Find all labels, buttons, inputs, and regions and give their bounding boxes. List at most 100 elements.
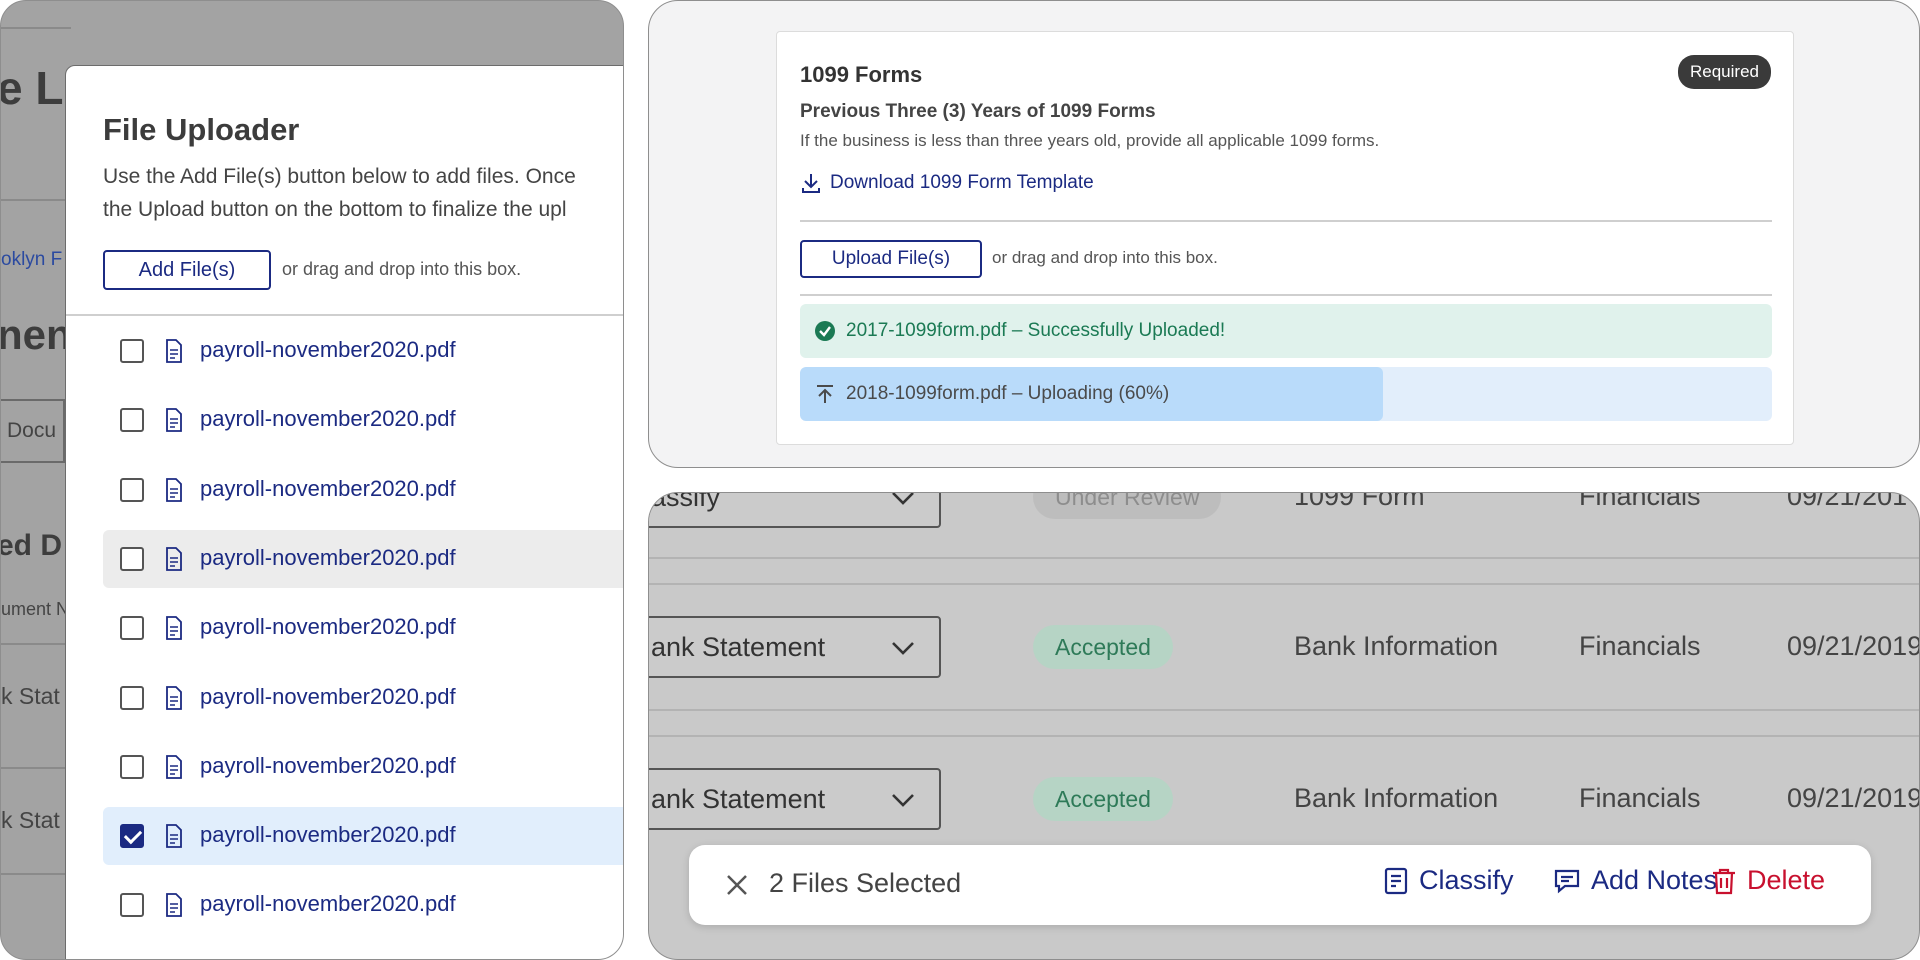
file-row[interactable]: payroll-november2020.pdf (103, 807, 623, 866)
modal-description: Use the Add File(s) button below to add … (103, 165, 576, 221)
file-checkbox[interactable] (120, 616, 144, 641)
file-checkbox[interactable] (120, 893, 144, 918)
background-heading: nen (0, 311, 72, 358)
upload-files-button[interactable]: Upload File(s) (800, 240, 982, 278)
file-icon (166, 339, 182, 363)
file-row[interactable]: payroll-november2020.pdf (103, 322, 623, 380)
drag-drop-hint: or drag and drop into this box. (282, 259, 522, 279)
date-cell: 09/21/201 (1787, 492, 1908, 511)
file-row[interactable]: payroll-november2020.pdf (103, 529, 623, 588)
file-name[interactable]: payroll-november2020.pdf (200, 545, 456, 571)
classify-button[interactable]: Classify (1383, 865, 1514, 896)
modal-divider (66, 314, 623, 316)
file-icon (166, 616, 182, 641)
file-checkbox[interactable] (120, 408, 144, 433)
modal-title: File Uploader (103, 112, 300, 147)
download-icon (802, 174, 820, 193)
category-cell: Financials (1579, 783, 1701, 813)
download-link-label: Download 1099 Form Template (830, 172, 1094, 193)
file-checkbox[interactable] (120, 754, 144, 779)
file-checkbox[interactable] (120, 546, 144, 571)
selection-toolbar: 2 Files Selected Classify Add Notes Dele… (689, 845, 1871, 925)
table-row-divider (649, 557, 1919, 559)
file-checkbox[interactable] (120, 339, 144, 363)
category-cell: Financials (1579, 631, 1701, 661)
file-row[interactable]: payroll-november2020.pdf (103, 391, 623, 449)
background-link[interactable]: oklyn F (1, 249, 62, 271)
status-badge: Under Review (1033, 493, 1222, 519)
file-checkbox[interactable] (120, 824, 144, 849)
form-title: 1099 Forms (800, 62, 923, 87)
file-icon (166, 824, 182, 848)
classify-select-value: ank Statement (651, 784, 826, 814)
table-row-divider (649, 735, 1919, 737)
file-row[interactable]: payroll-november2020.pdf (103, 876, 623, 934)
classify-select[interactable]: ank Statement (649, 616, 941, 678)
close-icon[interactable] (725, 873, 749, 897)
document-icon (1384, 867, 1408, 894)
success-text: 2017-1099form.pdf – Successfully Uploade… (846, 320, 1226, 341)
background-divider (1, 873, 71, 875)
add-notes-button[interactable]: Add Notes (1553, 865, 1717, 896)
file-uploader-modal: File Uploader Use the Add File(s) button… (65, 65, 623, 959)
download-template-link[interactable]: Download 1099 Form Template (800, 172, 1094, 194)
background-divider (1, 27, 71, 29)
form-card: 1099 Forms Required Previous Three (3) Y… (776, 31, 1794, 445)
background-divider (1, 199, 71, 201)
upload-icon (817, 385, 833, 403)
status-badge: Accepted (1033, 777, 1173, 821)
table-row-divider (649, 709, 1919, 711)
background-section-title: ed D (0, 529, 63, 562)
background-title: e L (0, 62, 64, 114)
background-tab[interactable]: Docu (1, 399, 65, 463)
file-checkbox[interactable] (120, 685, 144, 710)
classify-select[interactable]: ank Statement (649, 768, 941, 830)
file-name[interactable]: payroll-november2020.pdf (200, 891, 456, 917)
file-row[interactable]: payroll-november2020.pdf (103, 669, 623, 727)
file-name[interactable]: payroll-november2020.pdf (200, 822, 456, 848)
file-icon (166, 685, 182, 710)
background-row: k Stat (1, 683, 60, 709)
classify-select-value: assify (651, 492, 721, 512)
selected-count: 2 Files Selected (769, 868, 962, 898)
delete-button[interactable]: Delete (1711, 865, 1825, 896)
chevron-down-icon (892, 794, 914, 807)
file-name[interactable]: payroll-november2020.pdf (200, 406, 456, 432)
file-name[interactable]: payroll-november2020.pdf (200, 476, 456, 502)
check-circle-icon (815, 321, 835, 341)
file-row[interactable]: payroll-november2020.pdf (103, 738, 623, 796)
card-divider (800, 294, 1772, 296)
documents-table-panel: assify Under Review 1099 Form Financials 09/… (648, 492, 1920, 960)
chevron-down-icon (892, 642, 914, 655)
comment-icon (1554, 869, 1580, 893)
file-uploader-panel: e L oklyn F nen Docu ed D ument N k Stat… (0, 0, 624, 960)
background-row: k Stat (1, 807, 60, 833)
upload-progress-status: 2018-1099form.pdf – Uploading (60%) (800, 367, 1772, 421)
date-cell: 09/21/2019 (1787, 783, 1920, 813)
file-name[interactable]: payroll-november2020.pdf (200, 684, 456, 710)
table-row-divider (649, 583, 1919, 585)
drag-drop-hint: or drag and drop into this box. (992, 248, 1218, 267)
document-type-cell: Bank Information (1294, 631, 1499, 661)
add-files-button[interactable]: Add File(s) (103, 250, 271, 290)
form-upload-panel: 1099 Forms Required Previous Three (3) Y… (648, 0, 1920, 468)
category-cell: Financials (1579, 492, 1701, 511)
file-icon (166, 408, 182, 433)
classify-label: Classify (1419, 865, 1514, 895)
background-divider (1, 767, 71, 769)
document-type-cell: Bank Information (1294, 783, 1499, 813)
file-name[interactable]: payroll-november2020.pdf (200, 614, 456, 640)
file-checkbox[interactable] (120, 477, 144, 502)
classify-select[interactable]: assify (649, 492, 941, 528)
upload-success-status: 2017-1099form.pdf – Successfully Uploade… (800, 304, 1772, 358)
file-icon (166, 477, 182, 502)
file-name[interactable]: payroll-november2020.pdf (200, 753, 456, 779)
file-name[interactable]: payroll-november2020.pdf (200, 337, 456, 363)
file-row[interactable]: payroll-november2020.pdf (103, 461, 623, 519)
file-row[interactable]: payroll-november2020.pdf (103, 599, 623, 657)
background-column-header: ument N (1, 599, 70, 619)
document-type-cell: 1099 Form (1294, 492, 1425, 511)
chevron-down-icon (892, 493, 914, 505)
form-help-text: If the business is less than three years… (800, 131, 1380, 150)
status-badge: Accepted (1033, 625, 1173, 669)
